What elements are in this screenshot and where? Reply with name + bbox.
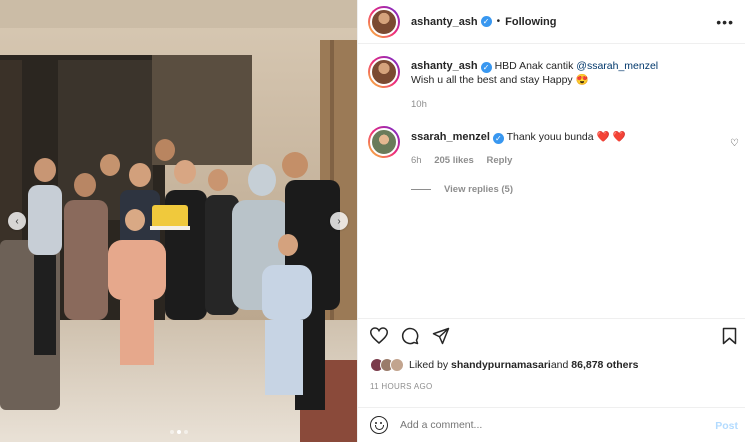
- verified-badge-icon: ✓: [480, 16, 492, 27]
- post-header: ashanty_ash ✓ • Following •••: [358, 0, 745, 44]
- more-horizontal-icon[interactable]: •••: [716, 14, 734, 30]
- caption-text-line2: Wish u all the best and stay Happy 😍: [411, 74, 589, 86]
- following-button[interactable]: Following: [505, 16, 556, 28]
- verified-badge-icon: ✓: [492, 133, 504, 144]
- author-avatar[interactable]: [368, 5, 400, 38]
- comment-time: 6h: [411, 155, 422, 166]
- post-actions-bar: [358, 318, 745, 352]
- liked-by-prefix: Liked by: [409, 359, 449, 371]
- caption-text: HBD Anak cantik: [494, 60, 577, 72]
- post-timestamp[interactable]: 11 HOURS AGO: [370, 382, 433, 391]
- caption-time: 10h: [411, 99, 427, 110]
- like-heart-icon[interactable]: [370, 327, 388, 344]
- carousel-dots: [170, 430, 188, 434]
- chevron-right-icon: ›: [337, 215, 341, 227]
- reply-button[interactable]: Reply: [486, 155, 512, 166]
- comment-likes-count[interactable]: 205 likes: [434, 155, 474, 166]
- emoji-smile-icon[interactable]: [370, 416, 388, 434]
- caption: ashanty_ash ✓ HBD Anak cantik @ssarah_men…: [368, 56, 738, 112]
- caption-username[interactable]: ashanty_ash: [411, 60, 478, 72]
- share-send-icon[interactable]: [432, 327, 450, 345]
- next-photo-button[interactable]: ›: [330, 212, 348, 230]
- post-photo[interactable]: ‹ ›: [0, 0, 357, 442]
- add-comment-bar: Post: [358, 407, 745, 442]
- previous-photo-button[interactable]: ‹: [8, 212, 26, 230]
- comment-bubble-icon[interactable]: [401, 327, 419, 345]
- comment-item: ssarah_menzel ✓ Thank youu bunda ❤️ ❤️ 6h…: [368, 126, 738, 168]
- liked-by-and: and: [550, 359, 569, 371]
- commenter-avatar[interactable]: [368, 126, 400, 158]
- liker-avatar[interactable]: [390, 358, 404, 372]
- verified-badge-icon: ✓: [480, 62, 492, 73]
- carousel-dot: [170, 430, 174, 434]
- commenter-username[interactable]: ssarah_menzel: [411, 131, 490, 143]
- caption-mention-link[interactable]: @ssarah_menzel: [576, 60, 658, 72]
- post-comment-button[interactable]: Post: [715, 420, 738, 432]
- view-replies-button[interactable]: View replies (5): [411, 184, 513, 195]
- chevron-left-icon: ‹: [15, 215, 19, 227]
- add-comment-input[interactable]: [400, 419, 690, 431]
- liked-by-user[interactable]: shandypurnamasari: [451, 359, 551, 371]
- separator-dot: •: [496, 16, 501, 27]
- author-username[interactable]: ashanty_ash: [411, 16, 478, 28]
- carousel-dot: [184, 430, 188, 434]
- comment-text: Thank youu bunda ❤️ ❤️: [506, 131, 626, 143]
- save-bookmark-icon[interactable]: [722, 327, 737, 345]
- liked-by: Liked by shandypurnamasari and 86,878 ot…: [370, 358, 638, 372]
- carousel-dot-active: [177, 430, 181, 434]
- caption-avatar[interactable]: [368, 56, 400, 88]
- view-replies-label: View replies (5): [444, 184, 513, 195]
- liker-avatars: [370, 358, 404, 372]
- post-detail-panel: ashanty_ash ✓ • Following ••• ashanty_as…: [357, 0, 745, 442]
- comment-like-heart-icon[interactable]: ♡: [730, 138, 739, 149]
- liked-by-others-link[interactable]: 86,878 others: [571, 359, 638, 371]
- family-photo-image: [0, 0, 357, 442]
- replies-divider-line: [411, 189, 431, 190]
